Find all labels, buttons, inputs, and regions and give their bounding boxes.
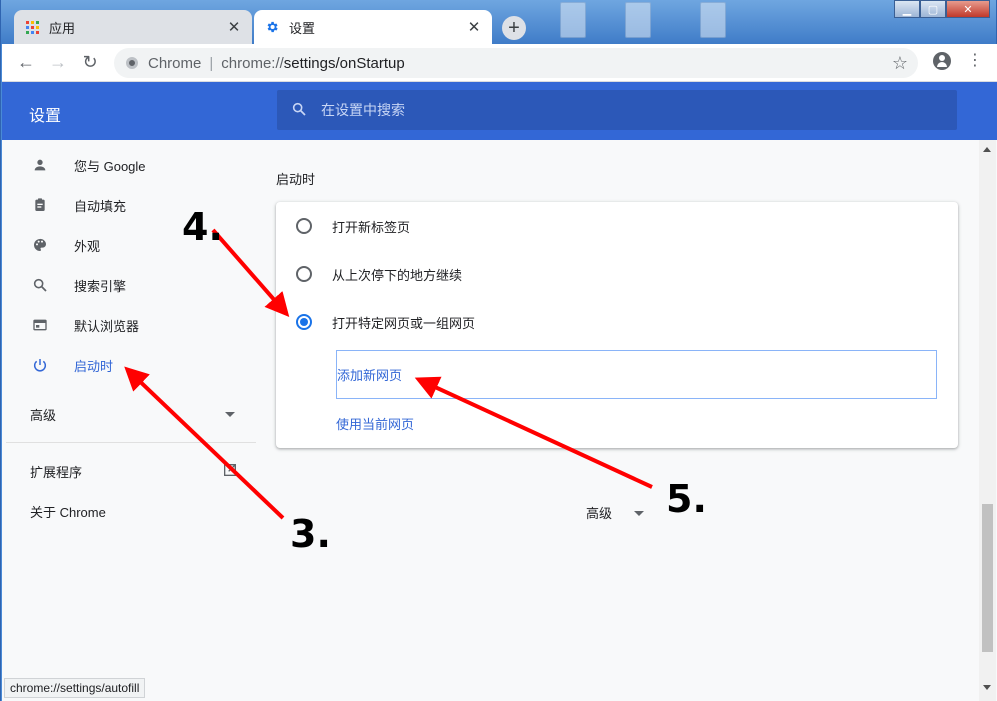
separator: | [209,54,214,72]
annotation-label-4: 4. [182,205,223,249]
tab-label: 设置 [289,20,316,36]
sidebar-item-you-and-google[interactable]: 您与 Google [6,145,256,185]
section-title: 启动时 [276,172,316,187]
tab-settings[interactable]: 设置 ✕ [254,10,492,44]
settings-content: 您与 Google 自动填充 外观 搜索引擎 默认浏览器 启动时 高级 扩展程序… [2,140,997,701]
close-icon[interactable]: ✕ [466,19,482,36]
sidebar-item-label: 搜索引擎 [74,278,127,294]
sidebar-item-label: 自动填充 [74,198,127,214]
window-controls: ▁ ▢ ✕ [894,0,990,18]
status-bar: chrome://settings/autofill [4,678,146,698]
browser-window-icon [30,315,50,335]
scroll-thumb[interactable] [982,504,993,652]
sidebar-item-default-browser[interactable]: 默认浏览器 [6,305,256,345]
sidebar-extensions[interactable]: 扩展程序 [30,462,82,481]
sidebar-item-label: 启动时 [74,358,114,374]
option-label: 打开新标签页 [332,219,411,235]
forward-arrow-icon[interactable]: → [42,47,74,79]
annotation-label-3: 3. [290,512,331,556]
option-specific-pages[interactable]: 打开特定网页或一组网页 [296,310,475,334]
tab-label: 应用 [49,20,76,36]
chevron-down-icon[interactable] [634,511,644,516]
sidebar-item-on-startup[interactable]: 启动时 [6,345,256,385]
scroll-up-icon[interactable] [983,147,991,152]
chrome-logo-icon [126,57,138,69]
settings-header: 设置 在设置中搜索 [2,82,997,140]
sidebar-item-search-engine[interactable]: 搜索引擎 [6,265,256,305]
radio-button[interactable] [296,266,312,282]
url-text: chrome://settings/onStartup [221,55,404,72]
toolbar: ← → ↻ Chrome | chrome://settings/onStart… [2,44,997,82]
close-window-button[interactable]: ✕ [946,0,990,18]
radio-button-selected[interactable] [296,314,312,330]
scroll-down-icon[interactable] [983,685,991,690]
power-icon [30,355,50,375]
address-bar[interactable]: Chrome | chrome://settings/onStartup ☆ [114,48,918,78]
new-tab-button[interactable]: + [502,16,526,40]
radio-button[interactable] [296,218,312,234]
option-continue[interactable]: 从上次停下的地方继续 [296,262,462,286]
apps-grid-icon [24,19,40,35]
option-label: 从上次停下的地方继续 [332,267,463,283]
person-icon [30,155,50,175]
search-placeholder: 在设置中搜索 [321,102,405,118]
gear-icon [264,19,280,35]
maximize-button[interactable]: ▢ [920,0,946,18]
option-label: 打开特定网页或一组网页 [332,315,476,331]
site-label: Chrome [148,54,202,72]
url-path: settings/onStartup [283,54,405,72]
menu-dots-icon[interactable]: ⋮ [967,53,983,69]
scrollbar[interactable] [979,140,996,701]
chevron-down-icon[interactable] [225,412,235,417]
sidebar-item-label: 您与 Google [74,158,146,174]
clipboard-icon [30,195,50,215]
tab-strip: 应用 ✕ 设置 ✕ + ▁ ▢ ✕ [1,0,997,44]
divider [6,442,256,443]
use-current-pages-link[interactable]: 使用当前网页 [336,414,414,433]
close-icon[interactable]: ✕ [226,19,242,36]
profile-icon[interactable] [933,52,951,70]
sidebar-about-chrome[interactable]: 关于 Chrome [30,502,106,521]
annotation-label-5: 5. [666,477,707,521]
minimize-button[interactable]: ▁ [894,0,920,18]
reload-icon[interactable]: ↻ [74,47,106,79]
sidebar-item-label: 外观 [74,238,101,254]
page-title: 设置 [29,108,62,125]
add-new-page-button[interactable]: 添加新网页 [336,350,937,399]
startup-card: 打开新标签页 从上次停下的地方继续 打开特定网页或一组网页 添加新网页 使用当前… [276,202,958,448]
search-icon [291,101,307,120]
option-new-tab[interactable]: 打开新标签页 [296,214,410,238]
back-arrow-icon[interactable]: ← [10,47,42,79]
browser-window: 应用 ✕ 设置 ✕ + ▁ ▢ ✕ ← → ↻ Chrome | chrome:… [0,0,997,701]
palette-icon [30,235,50,255]
search-icon [30,275,50,295]
tab-apps[interactable]: 应用 ✕ [14,10,252,44]
bookmark-star-icon[interactable]: ☆ [892,53,908,74]
open-in-new-icon[interactable] [222,462,238,483]
sidebar-advanced[interactable]: 高级 [30,405,56,424]
url-scheme: chrome:// [221,54,284,72]
advanced-toggle[interactable]: 高级 [586,503,612,522]
settings-search-input[interactable]: 在设置中搜索 [277,90,957,130]
sidebar-item-label: 默认浏览器 [74,318,140,334]
